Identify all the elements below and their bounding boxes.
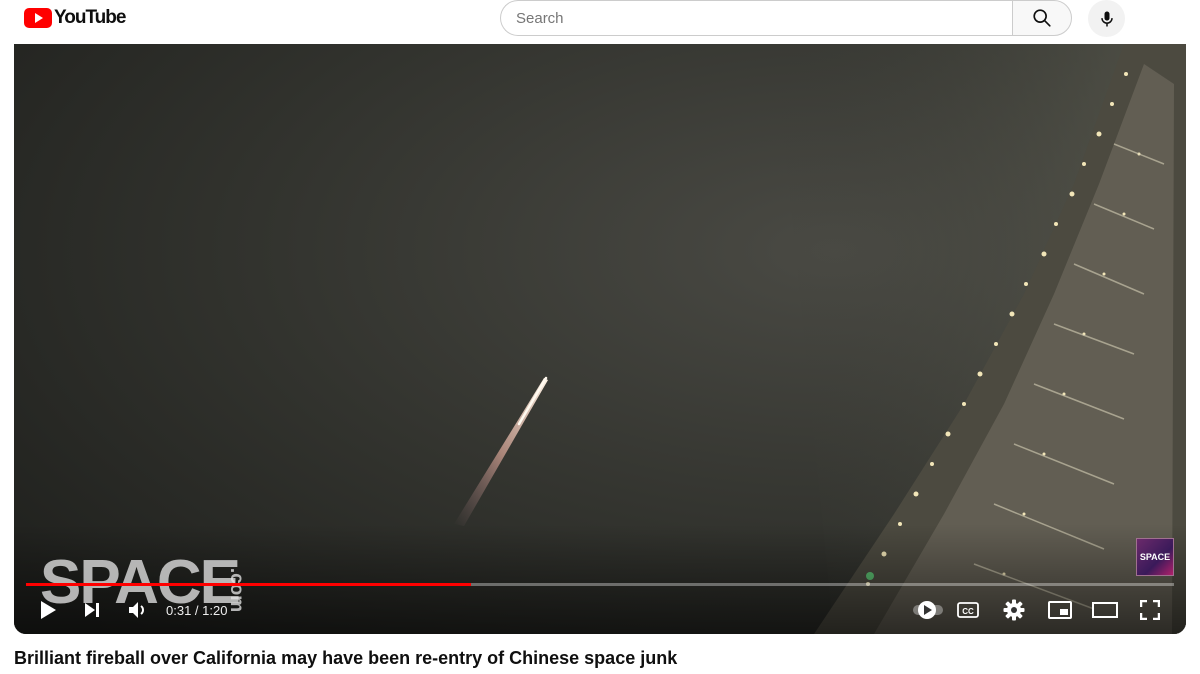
theater-icon [1092,602,1118,618]
play-button[interactable] [34,590,62,630]
channel-watermark-badge[interactable]: SPACE [1136,538,1174,576]
video-player[interactable]: SPACE .com SPACE 0:31 / 1:20 CC [14,44,1186,634]
time-separator: / [191,602,203,618]
masthead: YouTube [0,0,1200,44]
mic-icon [1100,11,1113,26]
autoplay-toggle-icon [913,601,943,619]
theater-mode-button[interactable] [1090,590,1120,630]
player-controls: 0:31 / 1:20 CC [14,590,1186,630]
progress-played [26,583,471,586]
search-input[interactable] [500,0,1012,36]
volume-button[interactable] [124,590,152,630]
youtube-play-logo-icon [24,8,52,28]
settings-button[interactable] [1000,590,1028,630]
channel-badge-text: SPACE [1139,552,1171,562]
current-time: 0:31 [166,602,192,618]
miniplayer-button[interactable] [1046,590,1074,630]
volume-icon [129,602,144,618]
svg-text:CC: CC [962,607,974,616]
fullscreen-icon [1140,600,1160,620]
youtube-logo[interactable]: YouTube [24,6,126,30]
search-bar [500,0,1072,36]
play-icon [41,601,56,619]
time-display: 0:31 / 1:20 [166,590,227,630]
autoplay-toggle[interactable] [910,590,950,630]
miniplayer-icon [1048,601,1072,619]
next-icon [85,603,99,617]
search-icon [1033,9,1051,27]
progress-bar[interactable] [26,583,1174,586]
search-button[interactable] [1012,0,1072,36]
voice-search-button[interactable] [1088,0,1125,37]
video-title: Brilliant fireball over California may h… [14,648,678,668]
next-button[interactable] [78,590,106,630]
captions-button[interactable]: CC [954,590,982,630]
duration: 1:20 [202,602,228,618]
settings-icon [1003,599,1025,621]
cc-icon: CC [957,602,979,618]
logo-text: YouTube [54,7,126,28]
fullscreen-button[interactable] [1136,590,1164,630]
